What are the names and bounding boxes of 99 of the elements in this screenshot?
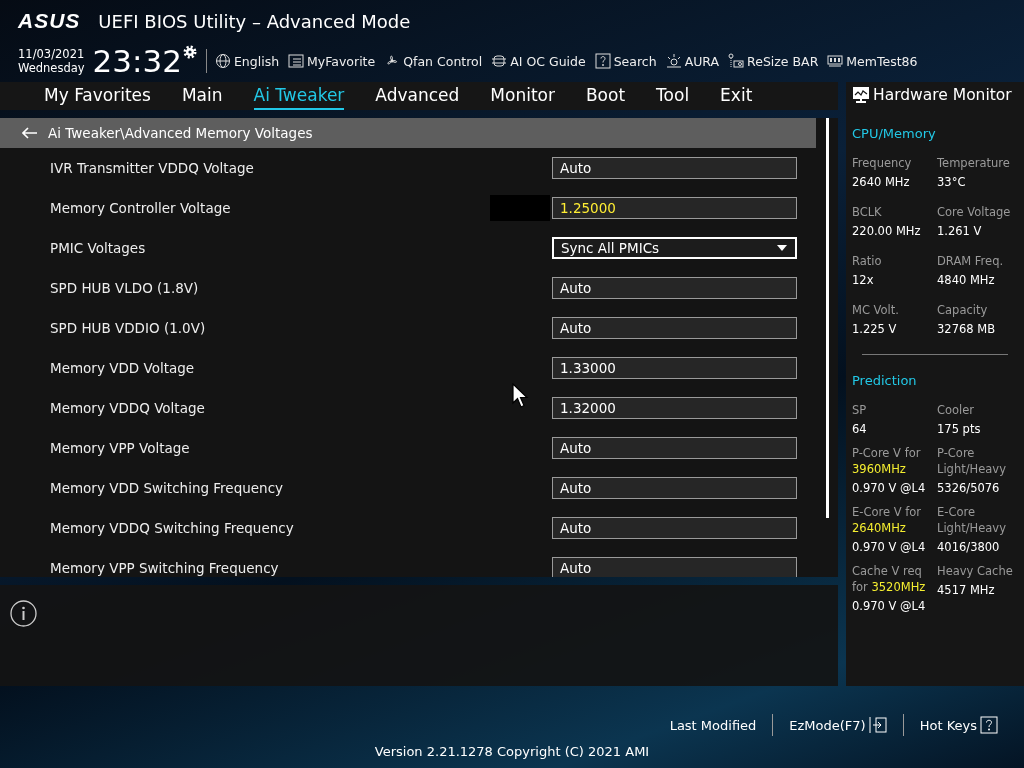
info-icon (10, 600, 37, 627)
setting-label: Memory Controller Voltage (50, 200, 232, 216)
monitor-label: DRAM Freq. (937, 253, 1005, 269)
value-field[interactable]: Auto (552, 517, 797, 539)
value-field[interactable]: 1.32000 (552, 397, 797, 419)
prediction-value: 64 (852, 422, 868, 436)
toolbar-button[interactable]: Search (594, 53, 657, 69)
setting-label: PMIC Voltages (50, 240, 147, 256)
globe-icon (214, 53, 231, 69)
caret-icon (777, 245, 787, 251)
setting-label: Memory VPP Switching Frequency (50, 560, 280, 576)
scrollbar[interactable] (826, 118, 829, 518)
menu-tab[interactable]: Ai Tweaker (253, 82, 345, 110)
card-icon (728, 53, 745, 69)
date: 11/03/2021 (18, 47, 85, 61)
value-field[interactable]: Auto (552, 317, 797, 339)
monitor-label: BCLK (852, 204, 883, 220)
monitor-label: Capacity (937, 302, 989, 318)
prediction-value: 4016/3800 (937, 540, 1001, 554)
value-field[interactable]: 1.25000 (552, 197, 797, 219)
menu-tab[interactable]: Boot (585, 82, 626, 110)
setting-label: Memory VDDQ Switching Frequency (50, 520, 295, 536)
menu-tab[interactable]: Monitor (490, 82, 555, 110)
toolbar-button[interactable]: English (214, 53, 280, 69)
toolbar-button[interactable]: MyFavorite (288, 53, 376, 69)
version-text: Version 2.21.1278 Copyright (C) 2021 AMI (374, 744, 650, 759)
monitor-label: Frequency (852, 155, 913, 171)
window-title: UEFI BIOS Utility – Advanced Mode (98, 10, 411, 32)
footer-button[interactable]: Last Modified (653, 717, 773, 733)
clock-time: 23:32 (92, 43, 182, 79)
lamp-icon (665, 53, 682, 69)
weekday: Wednesday (18, 61, 85, 75)
prediction-value: 4517 MHz (937, 583, 996, 597)
toolbar-button[interactable]: ReSize BAR (728, 53, 819, 69)
panel-title: Hardware Monitor (873, 86, 1012, 104)
monitor-icon (852, 86, 870, 104)
prediction-label: Cooler (937, 402, 976, 418)
prediction-value: 5326/5076 (937, 481, 1001, 495)
setting-label: SPD HUB VDDIO (1.0V) (50, 320, 207, 336)
asus-logo: ASUS (18, 9, 81, 33)
prediction-label: E-Core Light/Heavy (937, 504, 1007, 536)
prediction-value: 0.970 V @L4 (852, 540, 927, 554)
toolbar-button[interactable]: AI OC Guide (491, 53, 586, 69)
monitor-value: 4840 MHz (937, 273, 996, 287)
value-field[interactable]: Auto (552, 277, 797, 299)
section-heading: Prediction (852, 373, 918, 388)
value-field[interactable]: Auto (552, 557, 797, 577)
monitor-label: MC Volt. (852, 302, 900, 318)
monitor-label: Temperature (937, 155, 1011, 171)
section-heading: CPU/Memory (852, 126, 937, 141)
exit-icon (868, 716, 887, 734)
value-field[interactable]: Auto (552, 477, 797, 499)
prediction-label: Heavy Cache (937, 563, 1014, 579)
menu-tab[interactable]: My Favorites (44, 82, 151, 110)
prediction-value: 0.970 V @L4 (852, 481, 927, 495)
setting-label: Memory VPP Voltage (50, 440, 191, 456)
monitor-value: 220.00 MHz (852, 224, 922, 238)
setting-label: Memory VDD Switching Frequency (50, 480, 285, 496)
settings-icon[interactable] (181, 44, 198, 60)
prediction-value: 175 pts (937, 422, 982, 436)
monitor-value: 12x (852, 273, 875, 287)
menu-tab[interactable]: Main (181, 82, 223, 110)
menu-tab[interactable]: Advanced (375, 82, 460, 110)
prediction-label: P-Core V for 3960MHz (852, 445, 922, 477)
monitor-value: 1.261 V (937, 224, 983, 238)
memory-icon (827, 53, 844, 69)
setting-label: SPD HUB VLDO (1.8V) (50, 280, 200, 296)
monitor-value: 33°C (937, 175, 967, 189)
toolbar-button[interactable]: Qfan Control (384, 53, 483, 69)
toolbar-button[interactable]: AURA (665, 53, 720, 69)
setting-label: IVR Transmitter VDDQ Voltage (50, 160, 255, 176)
monitor-label: Core Voltage (937, 204, 1012, 220)
back-arrow-icon[interactable] (22, 127, 38, 139)
menu-tab[interactable]: Exit (720, 82, 753, 110)
prediction-label: P-Core Light/Heavy (937, 445, 1007, 477)
monitor-value: 1.225 V (852, 322, 898, 336)
setting-label: Memory VDDQ Voltage (50, 400, 206, 416)
dropdown[interactable]: Sync All PMICs (552, 237, 797, 259)
menu-tab[interactable]: Tool (656, 82, 690, 110)
value-field[interactable]: Auto (552, 157, 797, 179)
setting-label: Memory VDD Voltage (50, 360, 196, 376)
value-field[interactable]: Auto (552, 437, 797, 459)
breadcrumb-path: Ai Tweaker\Advanced Memory Voltages (48, 125, 313, 141)
help-icon (594, 53, 611, 69)
toolbar-button[interactable]: MemTest86 (827, 53, 918, 69)
help-icon (980, 716, 998, 734)
prediction-label: SP (852, 402, 868, 418)
list-icon (288, 53, 305, 69)
monitor-value: 32768 MB (937, 322, 997, 336)
mouse-pointer-icon (512, 383, 529, 409)
prediction-label: Cache V req for 3520MHz (852, 563, 927, 595)
chip-icon (491, 53, 508, 69)
prediction-label: E-Core V for 2640MHz (852, 504, 923, 536)
value-field[interactable]: 1.33000 (552, 357, 797, 379)
prediction-value: 0.970 V @L4 (852, 599, 927, 613)
footer-button[interactable]: Hot Keys (903, 716, 1014, 734)
monitor-value: 2640 MHz (852, 175, 911, 189)
monitor-label: Ratio (852, 253, 883, 269)
footer-button[interactable]: EzMode(F7) (773, 716, 903, 734)
